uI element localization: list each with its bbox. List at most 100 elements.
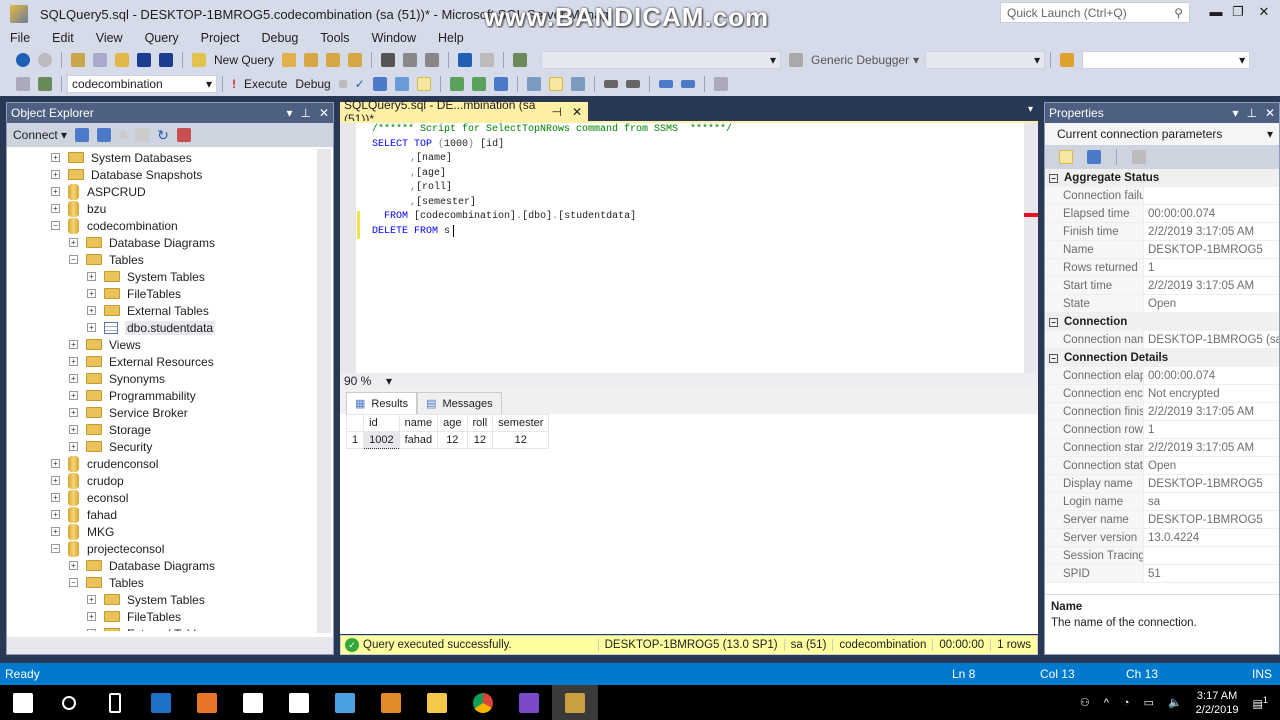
taskbar-store[interactable]: [230, 685, 276, 720]
open-file-icon[interactable]: [115, 53, 129, 67]
tree-node[interactable]: + External Tables: [87, 625, 209, 631]
redo-icon[interactable]: [480, 53, 495, 67]
expand-icon[interactable]: +: [51, 510, 60, 519]
property-row[interactable]: Connection finish time2/2/2019 3:17:05 A…: [1045, 403, 1279, 421]
menu-help[interactable]: Help: [438, 31, 464, 45]
collapse-icon[interactable]: −: [69, 578, 78, 587]
expand-icon[interactable]: +: [51, 476, 60, 485]
show-hidden-icons[interactable]: ^: [1104, 697, 1109, 709]
uncomment-icon[interactable]: [625, 80, 640, 88]
connect-button[interactable]: Connect ▾: [13, 128, 67, 142]
tree-node[interactable]: + FileTables: [87, 285, 181, 302]
tree-node[interactable]: + External Tables: [87, 302, 209, 319]
tree-node[interactable]: + Programmability: [69, 387, 196, 404]
pane-menu-icon[interactable]: ▾: [1232, 106, 1238, 120]
results-grid-icon[interactable]: [548, 77, 563, 91]
column-header[interactable]: [345, 414, 365, 432]
expand-icon[interactable]: +: [51, 527, 60, 536]
tree-node[interactable]: − Tables: [69, 251, 144, 268]
menu-view[interactable]: View: [96, 31, 123, 45]
increase-indent-icon[interactable]: [680, 80, 695, 88]
wifi-icon[interactable]: ◔: [1123, 697, 1130, 709]
property-row[interactable]: Connection elapsed00:00:00.074: [1045, 367, 1279, 385]
property-category[interactable]: − Connection Details: [1045, 349, 1279, 367]
grid-cell[interactable]: 1002: [363, 431, 400, 449]
tree-node[interactable]: − Tables: [69, 574, 144, 591]
activity-monitor-oe-icon[interactable]: [176, 128, 191, 142]
taskbar-chrome[interactable]: [460, 685, 506, 720]
results-to-text-icon[interactable]: [526, 77, 541, 91]
grid-cell[interactable]: 12: [492, 431, 550, 449]
connect-object-explorer-icon[interactable]: [75, 128, 90, 142]
tree-node[interactable]: + Database Snapshots: [51, 166, 202, 183]
property-row[interactable]: Connection state Open: [1045, 457, 1279, 475]
results-to-grid-icon[interactable]: [416, 77, 431, 91]
tree-node[interactable]: + crudenconsol: [51, 455, 158, 472]
parse-icon[interactable]: ✓: [355, 77, 365, 91]
property-row[interactable]: Connection rows returned1: [1045, 421, 1279, 439]
tree-node[interactable]: − projecteconsol: [51, 540, 164, 557]
close-pane-icon[interactable]: ✕: [1265, 106, 1275, 120]
collapse-icon[interactable]: −: [1049, 173, 1058, 183]
activity-monitor-icon[interactable]: [513, 53, 528, 67]
tree-node[interactable]: + FileTables: [87, 608, 181, 625]
tab-messages[interactable]: ▤ Messages: [417, 392, 502, 414]
debug-button[interactable]: Debug: [295, 77, 330, 91]
expand-icon[interactable]: +: [87, 289, 96, 298]
pane-menu-icon[interactable]: ▾: [286, 106, 292, 120]
property-row[interactable]: Elapsed time 00:00:00.074: [1045, 205, 1279, 223]
tree-node[interactable]: + Security: [69, 438, 152, 455]
menu-debug[interactable]: Debug: [262, 31, 299, 45]
save-icon[interactable]: [137, 53, 151, 67]
property-row[interactable]: Server version 13.0.4224: [1045, 529, 1279, 547]
close-pane-icon[interactable]: ✕: [319, 106, 329, 120]
database-select[interactable]: codecombination ▾: [67, 75, 217, 93]
taskbar-ssms[interactable]: [552, 685, 598, 720]
tree-node[interactable]: + Synonyms: [69, 370, 165, 387]
property-row[interactable]: Connection encryptionNot encrypted: [1045, 385, 1279, 403]
expand-icon[interactable]: +: [69, 408, 78, 417]
property-row[interactable]: State Open: [1045, 295, 1279, 313]
tree-node[interactable]: + econsol: [51, 489, 128, 506]
tree-node[interactable]: + Views: [69, 336, 141, 353]
taskbar-start[interactable]: [0, 685, 46, 720]
expand-icon[interactable]: +: [87, 612, 96, 621]
expand-icon[interactable]: +: [69, 391, 78, 400]
find-combo[interactable]: ▾: [1082, 51, 1251, 69]
column-header[interactable]: name: [398, 414, 439, 432]
close-button[interactable]: ✕: [1254, 4, 1274, 22]
expand-icon[interactable]: +: [69, 340, 78, 349]
tree-horizontal-scrollbar[interactable]: [7, 637, 333, 654]
property-row[interactable]: Rows returned 1: [1045, 259, 1279, 277]
taskbar-mail[interactable]: [276, 685, 322, 720]
taskbar-task-view[interactable]: [92, 685, 138, 720]
taskbar-xampp[interactable]: [184, 685, 230, 720]
pin-icon[interactable]: ⊥: [1246, 106, 1256, 120]
expand-icon[interactable]: +: [69, 238, 78, 247]
expand-icon[interactable]: +: [51, 493, 60, 502]
tab-overflow-icon[interactable]: ▾: [1028, 104, 1033, 115]
people-icon[interactable]: ⚇: [1080, 696, 1090, 709]
property-row[interactable]: Connection failures: [1045, 187, 1279, 205]
cut-icon[interactable]: [381, 53, 396, 67]
xmla-query-icon[interactable]: [348, 53, 363, 67]
collapse-icon[interactable]: −: [69, 255, 78, 264]
grid-cell[interactable]: 12: [466, 431, 494, 449]
display-estimated-plan-icon[interactable]: [372, 77, 387, 91]
expand-icon[interactable]: +: [69, 357, 78, 366]
disconnect-icon[interactable]: [97, 128, 112, 142]
pin-tab-icon[interactable]: ⊣: [551, 105, 561, 119]
expand-icon[interactable]: +: [69, 425, 78, 434]
taskbar-edge[interactable]: [138, 685, 184, 720]
alphabetical-icon[interactable]: [1087, 150, 1101, 164]
tree-node[interactable]: + crudop: [51, 472, 124, 489]
pin-icon[interactable]: ⊥: [300, 106, 310, 120]
taskbar-visual-studio[interactable]: [506, 685, 552, 720]
grid-cell[interactable]: fahad: [398, 431, 439, 449]
generic-debugger-button[interactable]: Generic Debugger: [811, 53, 909, 67]
tree-node[interactable]: + Database Diagrams: [69, 234, 215, 251]
expand-icon[interactable]: +: [51, 204, 60, 213]
save-all-icon[interactable]: [159, 53, 173, 67]
taskbar-sublime[interactable]: [368, 685, 414, 720]
undo-icon[interactable]: [458, 53, 473, 67]
